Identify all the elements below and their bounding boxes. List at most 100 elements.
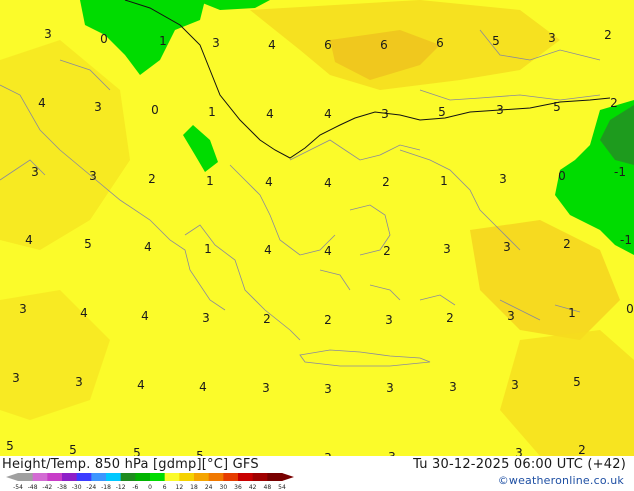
field-value: 1 [440, 174, 448, 188]
scale-segment [135, 473, 151, 481]
field-value: 4 [141, 309, 149, 323]
field-value: 4 [38, 96, 46, 110]
field-value: 2 [563, 237, 571, 251]
field-value: 2 [446, 311, 454, 325]
field-value: 1 [204, 242, 212, 256]
cold-zone-north [195, 0, 270, 10]
field-value: 3 [548, 31, 556, 45]
scale-segment [179, 473, 195, 481]
field-value: 3 [386, 381, 394, 395]
field-value: 3 [507, 309, 515, 323]
field-value: 3 [202, 311, 210, 325]
field-value: 6 [380, 38, 388, 52]
field-value: 2 [610, 96, 618, 110]
field-value: 2 [578, 443, 586, 456]
warm-zone-south [470, 220, 620, 340]
field-value: 3 [44, 27, 52, 41]
scale-segment [106, 473, 122, 481]
scale-segment [238, 473, 254, 481]
field-value: 3 [443, 242, 451, 256]
field-value: 3 [381, 107, 389, 121]
color-scale-bar [6, 473, 294, 481]
warm-zone-southwest [0, 290, 110, 420]
field-value: 3 [19, 302, 27, 316]
weather-map: 3 0 1 3 4 6 6 6 5 3 2 4 3 0 1 4 4 3 5 3 … [0, 0, 634, 456]
scale-arrow-right [282, 473, 294, 481]
field-value: 5 [492, 34, 500, 48]
warm-zone-west [0, 40, 130, 250]
scale-segment [18, 473, 34, 481]
field-value: 4 [266, 107, 274, 121]
cold-zone-small [183, 125, 218, 172]
scale-segment [76, 473, 92, 481]
field-value: 4 [144, 240, 152, 254]
field-value: 1 [206, 174, 214, 188]
scale-segment [32, 473, 48, 481]
field-value: 3 [75, 375, 83, 389]
field-value: 2 [604, 28, 612, 42]
field-value: 4 [324, 244, 332, 258]
field-value: 2 [382, 175, 390, 189]
cold-zone-northwest [80, 0, 205, 75]
scale-segment [267, 473, 283, 481]
scale-segment [62, 473, 78, 481]
field-value: 4 [324, 176, 332, 190]
valid-time: Tu 30-12-2025 06:00 UTC (+42) [413, 457, 626, 472]
field-value: 5 [133, 446, 141, 456]
field-value: 6 [324, 38, 332, 52]
field-value: 0 [151, 103, 159, 117]
scale-segment [120, 473, 136, 481]
field-value: 2 [383, 244, 391, 258]
field-value: 3 [12, 371, 20, 385]
field-value: 3 [262, 381, 270, 395]
scale-segment [150, 473, 166, 481]
field-value: 4 [265, 175, 273, 189]
field-value: 0 [558, 169, 566, 183]
field-value: 3 [449, 380, 457, 394]
field-value: 1 [208, 105, 216, 119]
field-value: 4 [324, 107, 332, 121]
field-value: 3 [212, 36, 220, 50]
field-value: 3 [503, 240, 511, 254]
field-value: 3 [385, 313, 393, 327]
warm-zone-southeast [500, 330, 634, 456]
field-value: 5 [553, 100, 561, 114]
field-value: 3 [511, 378, 519, 392]
credit-link[interactable]: ©weatheronline.co.uk [498, 474, 624, 487]
field-value: 3 [515, 446, 523, 456]
map-layers [0, 0, 634, 456]
field-value: 4 [199, 380, 207, 394]
scale-segment [194, 473, 210, 481]
field-value: 4 [264, 243, 272, 257]
field-value: 2 [148, 172, 156, 186]
field-value: 4 [137, 378, 145, 392]
field-value: 2 [324, 313, 332, 327]
scale-segment [47, 473, 63, 481]
scale-segment [91, 473, 107, 481]
field-value: 5 [84, 237, 92, 251]
field-value: 3 [496, 103, 504, 117]
scale-segment [164, 473, 180, 481]
scale-segment [223, 473, 239, 481]
field-value: 0 [100, 32, 108, 46]
field-value: 4 [268, 38, 276, 52]
field-value: 5 [438, 105, 446, 119]
field-value: 3 [89, 169, 97, 183]
field-value: -1 [614, 165, 626, 179]
field-value: 2 [263, 312, 271, 326]
field-value: 3 [499, 172, 507, 186]
field-value: 3 [94, 100, 102, 114]
field-value: 4 [80, 306, 88, 320]
scale-segment [252, 473, 268, 481]
field-value: 3 [324, 382, 332, 396]
field-value: 5 [6, 439, 14, 453]
field-value: 6 [436, 36, 444, 50]
field-value: 1 [568, 306, 576, 320]
field-value: 4 [25, 233, 33, 247]
scale-segment [208, 473, 224, 481]
scale-arrow-left [6, 473, 18, 481]
field-value: 0 [626, 302, 634, 316]
field-value: 5 [69, 443, 77, 456]
field-value: 3 [31, 165, 39, 179]
field-value: -1 [620, 233, 632, 247]
